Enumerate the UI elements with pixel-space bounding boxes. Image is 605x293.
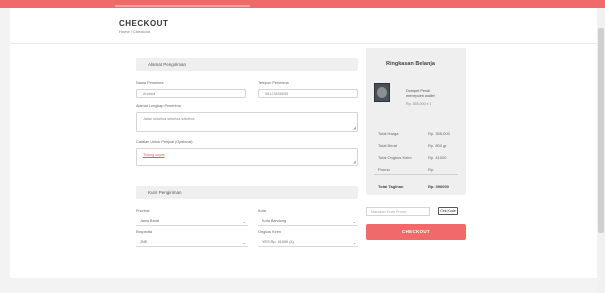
province-value: Jawa Barat — [140, 219, 159, 223]
resize-grip-icon[interactable]: ◢ — [353, 160, 356, 164]
total-price-label: Total Harga — [378, 131, 399, 136]
promo-value: Rp. — [428, 167, 435, 172]
province-label: Provinsi — [136, 209, 150, 213]
note-value: Tolong cepat — [143, 153, 165, 157]
city-label: Kota — [258, 209, 266, 213]
shipping-cost-label: Ongkos Kirim — [258, 230, 281, 234]
summary-title: Ringkasan Belanja — [386, 61, 435, 67]
promo-label: Promo — [378, 167, 390, 172]
wallet-image — [377, 87, 387, 98]
address-value: Jalan sekeloa sekeloa sekeloa — [143, 117, 195, 121]
total-bill-value: Rp. 396000 — [428, 184, 449, 189]
city-select[interactable]: Kota Bandung ⌄ — [258, 217, 358, 226]
chevron-down-icon: ⌄ — [352, 219, 356, 224]
total-weight-value: Rp. 800 gr — [428, 143, 447, 148]
expedition-label: Ekspedisi — [136, 230, 153, 234]
total-shipping-label: Total Ongkos Kirim — [378, 155, 412, 160]
order-summary-panel: Ringkasan Belanja Dompet Pendi menepuen … — [366, 48, 466, 195]
shipping-address-title: Alamat Pengiriman — [148, 62, 187, 67]
total-weight-label: Total Berat — [378, 143, 398, 148]
chevron-down-icon: ⌄ — [242, 240, 246, 245]
courier-title: Kurir Pengiriman — [148, 190, 182, 195]
note-textarea[interactable]: Tolong cepat ◢ — [136, 148, 358, 166]
product-price: Rp. 355,000 x 1 — [406, 102, 432, 106]
page-header: CHECKOUT Home / Checkout — [10, 8, 597, 44]
courier-header: Kurir Pengiriman — [136, 186, 358, 199]
address-label: Alamat Lengkap Penerima — [136, 104, 181, 108]
checkout-button[interactable]: CHECKOUT — [366, 224, 466, 240]
province-select[interactable]: Jawa Barat ⌄ — [136, 217, 248, 226]
phone-label: Telepon Penerima — [258, 81, 289, 85]
phone-input[interactable]: 08123456655 — [258, 89, 358, 98]
expedition-value: JNE — [140, 240, 148, 244]
address-textarea[interactable]: Jalan sekeloa sekeloa sekeloa ◢ — [136, 112, 358, 132]
city-value: Kota Bandung — [262, 219, 287, 223]
page-title: CHECKOUT — [119, 19, 169, 28]
chevron-down-icon: ⌄ — [352, 240, 356, 245]
scrollbar-thumb[interactable] — [598, 28, 604, 233]
check-code-button[interactable]: Cek Kode — [438, 207, 458, 215]
note-label: Catatan Untuk Penjual (Opsional) — [136, 140, 193, 144]
total-bill-label: Total Tagihan — [378, 184, 404, 189]
scrollbar[interactable] — [597, 8, 605, 293]
product-name: Dompet Pendi menepuen wallet — [406, 89, 435, 98]
product-thumbnail — [374, 83, 390, 102]
shipping-address-header: Alamat Pengiriman — [136, 58, 358, 71]
expedition-select[interactable]: JNE ⌄ — [136, 238, 248, 247]
promo-code-input[interactable]: Masukan Kode Promo — [366, 207, 430, 216]
recipient-name-label: Nama Penerima — [136, 81, 164, 85]
shipping-cost-select[interactable]: YES Rp. 41000 (1) ⌄ — [258, 238, 358, 247]
total-shipping-value: Rp. 41000 — [428, 155, 447, 160]
top-accent-notch — [115, 5, 250, 7]
recipient-name-input[interactable]: Andrea — [136, 89, 246, 98]
summary-divider — [374, 174, 458, 175]
chevron-down-icon: ⌄ — [242, 219, 246, 224]
top-accent-bar — [0, 0, 605, 8]
breadcrumb: Home / Checkout — [119, 29, 150, 34]
total-price-value: Rp. 355,000 — [428, 131, 450, 136]
resize-grip-icon[interactable]: ◢ — [353, 126, 356, 130]
shipping-cost-value: YES Rp. 41000 (1) — [262, 240, 294, 244]
